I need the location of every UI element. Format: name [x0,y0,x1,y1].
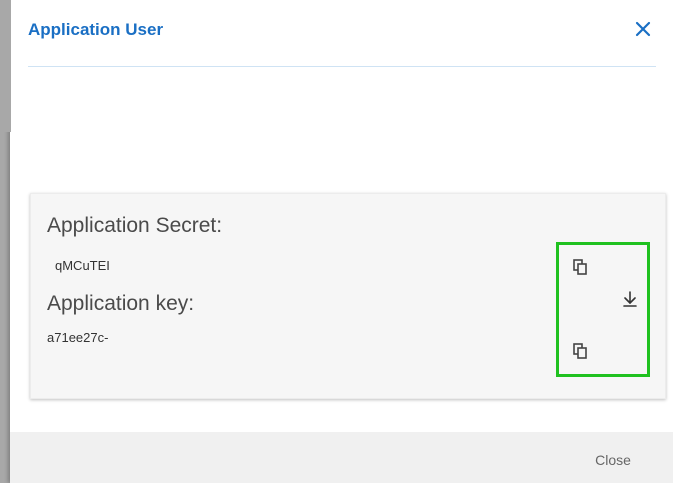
copy-secret-icon[interactable] [571,258,589,276]
close-icon[interactable] [632,18,654,40]
dialog-header: Application User [10,0,673,67]
application-key-value: a71ee27c- [47,330,109,345]
dialog-footer: Close [10,432,673,483]
download-icon[interactable] [621,290,639,308]
backdrop-left-band [0,0,11,132]
application-secret-value: qMCuTEI [55,258,110,273]
credentials-card: Application Secret: qMCuTEI Application … [30,193,666,399]
copy-key-icon[interactable] [571,342,589,360]
application-user-dialog: Application User Application Secret: qMC… [10,0,673,483]
application-secret-label: Application Secret: [47,214,223,237]
header-divider [28,66,656,67]
close-button[interactable]: Close [578,448,648,472]
application-key-label: Application key: [47,292,195,315]
dialog-title: Application User [28,20,164,39]
